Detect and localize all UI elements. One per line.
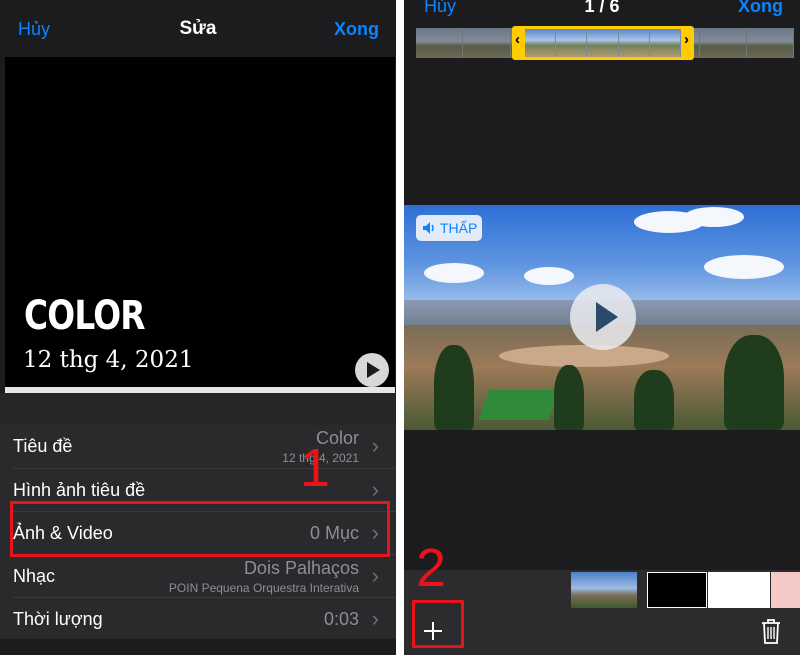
- movie-preview[interactable]: COLOR 12 thg 4, 2021: [5, 57, 395, 387]
- video-preview[interactable]: THẤP: [404, 205, 800, 430]
- done-button[interactable]: Xong: [334, 19, 379, 40]
- section-gap: [0, 393, 396, 425]
- bottom-strip: [0, 639, 396, 655]
- row-label: Tiêu đề: [13, 436, 73, 456]
- chevron-right-icon: ›: [371, 433, 379, 458]
- edit-screen: Hủy Sửa Xong COLOR 12 thg 4, 2021 Tiêu đ…: [0, 0, 396, 655]
- trash-icon[interactable]: [760, 618, 782, 644]
- trim-handle[interactable]: [512, 26, 694, 60]
- list-item-title[interactable]: Tiêu đề Color 12 thg 4, 2021 ›: [0, 425, 396, 468]
- highlight-box-add: [412, 600, 464, 648]
- preview-date: 12 thg 4, 2021: [23, 347, 194, 373]
- chevron-right-icon: ›: [371, 606, 379, 631]
- clip-thumbnail[interactable]: [647, 572, 707, 608]
- nav-bar: Hủy Sửa Xong: [0, 0, 396, 56]
- chevron-right-icon: ›: [371, 477, 379, 502]
- step-number-2: 2: [416, 538, 447, 598]
- clip-thumbnail[interactable]: [708, 572, 770, 608]
- row-label: Nhạc: [13, 566, 56, 586]
- play-button[interactable]: [355, 353, 389, 387]
- row-label: Thời lượng: [13, 609, 103, 629]
- row-subvalue: POIN Pequena Orquestra Interativa: [168, 581, 359, 595]
- row-label: Hình ảnh tiêu đề: [13, 480, 146, 500]
- preview-title: COLOR: [24, 293, 146, 339]
- play-icon: [367, 362, 380, 378]
- clip-thumbnail[interactable]: [771, 572, 800, 608]
- highlight-box-photos-videos: [10, 501, 390, 557]
- volume-label: THẤP: [440, 220, 478, 236]
- chevron-right-icon: ›: [684, 31, 689, 48]
- row-value: 0:03: [323, 609, 359, 629]
- volume-badge[interactable]: THẤP: [416, 215, 482, 241]
- list-item-duration[interactable]: Thời lượng 0:03 ›: [0, 598, 396, 641]
- list-item-music[interactable]: Nhạc Dois Palhaços POIN Pequena Orquestr…: [0, 555, 396, 598]
- play-button[interactable]: [570, 284, 636, 350]
- row-value: Dois Palhaços: [243, 558, 359, 578]
- chevron-right-icon: ›: [371, 563, 379, 588]
- step-number-1: 1: [300, 438, 331, 498]
- speaker-icon: [423, 222, 434, 234]
- play-icon: [596, 302, 618, 332]
- clip-thumbnail[interactable]: [571, 572, 637, 608]
- chevron-left-icon: ‹: [515, 31, 520, 48]
- media-editor-screen: Hủy 1 / 6 Xong ‹ › THẤP 2: [404, 0, 800, 655]
- done-button[interactable]: Xong: [738, 0, 783, 17]
